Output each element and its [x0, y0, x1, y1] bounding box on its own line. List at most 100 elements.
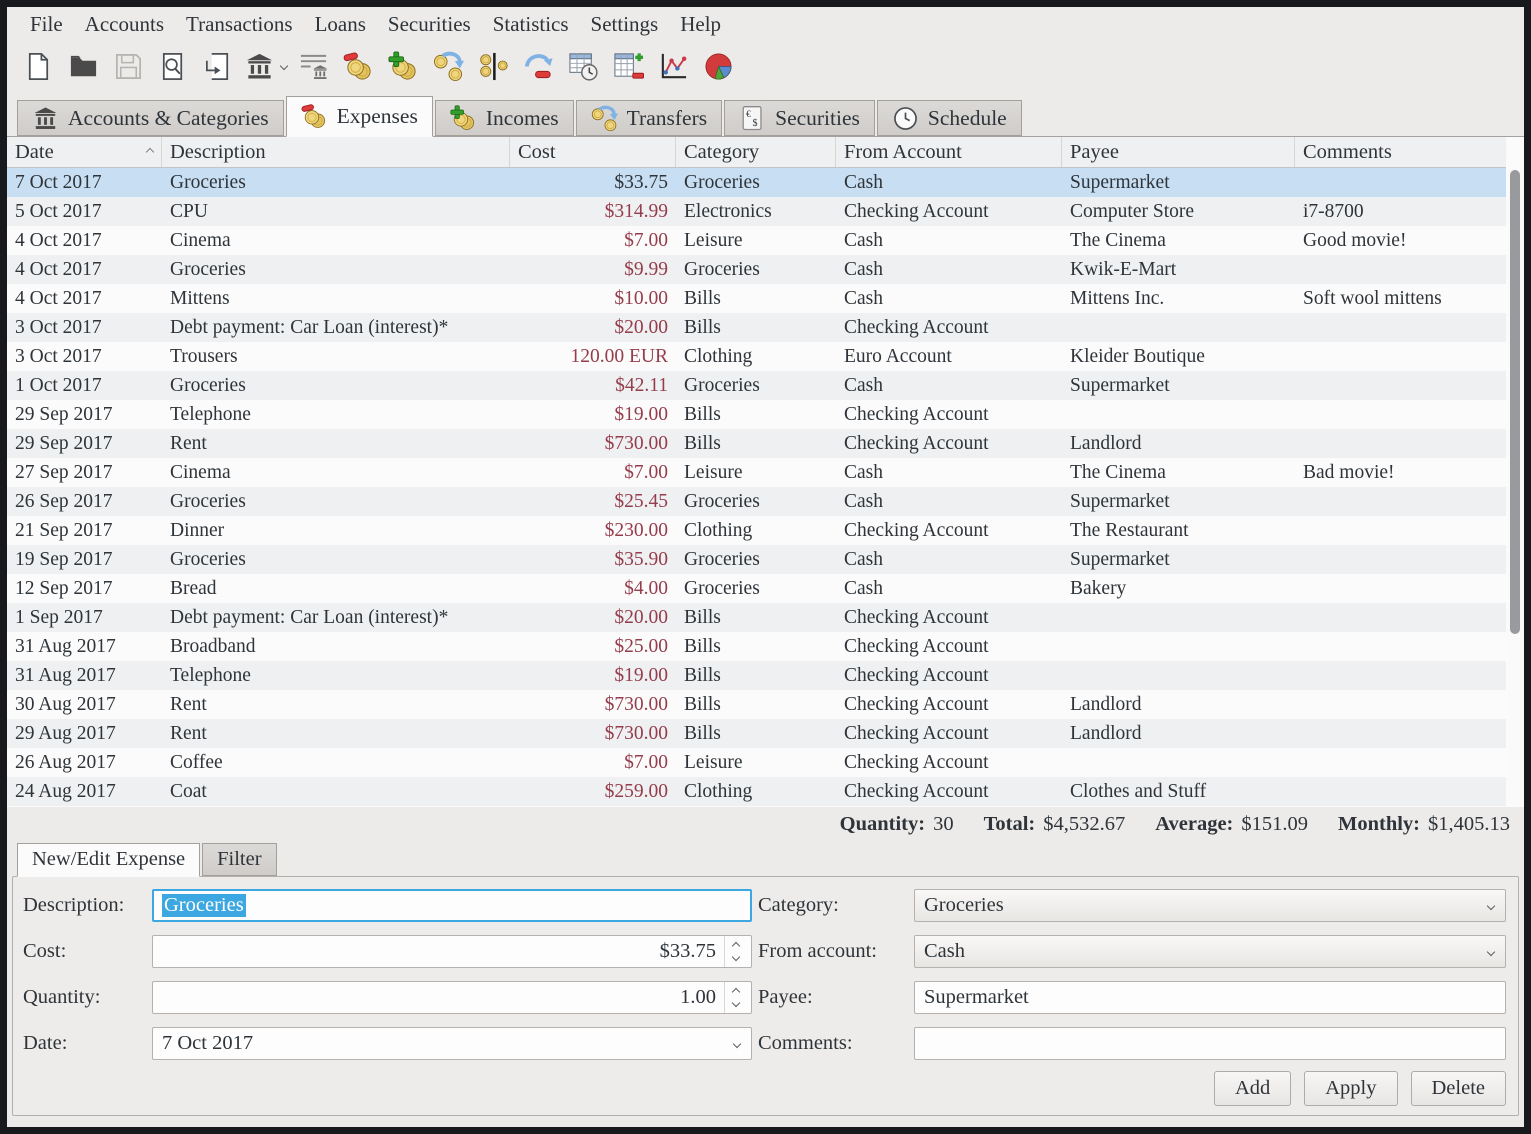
menu-statistics[interactable]: Statistics: [482, 9, 580, 40]
add-button[interactable]: Add: [1214, 1071, 1291, 1106]
cost-spinner[interactable]: [724, 936, 746, 967]
line-chart-button[interactable]: [654, 46, 692, 86]
payee-input[interactable]: Supermarket: [914, 981, 1506, 1014]
apply-button[interactable]: Apply: [1304, 1071, 1397, 1106]
editor-tab-new-edit-expense[interactable]: New/Edit Expense: [17, 843, 200, 877]
description-input[interactable]: Groceries: [152, 889, 752, 922]
table-row[interactable]: 31 Aug 2017Broadband$25.00BillsChecking …: [7, 632, 1506, 661]
accounts-button[interactable]: [244, 46, 287, 86]
svg-text:€: €: [746, 109, 751, 119]
table-row[interactable]: 26 Aug 2017Coffee$7.00LeisureChecking Ac…: [7, 748, 1506, 777]
find-document-button[interactable]: [154, 46, 192, 86]
scrollbar-thumb[interactable]: [1510, 170, 1520, 634]
menu-transactions[interactable]: Transactions: [175, 9, 304, 40]
delete-button[interactable]: Delete: [1411, 1071, 1507, 1106]
table-row[interactable]: 29 Aug 2017Rent$730.00BillsChecking Acco…: [7, 719, 1506, 748]
modify-table-button[interactable]: [609, 46, 647, 86]
schedule-table-button[interactable]: [564, 46, 602, 86]
cell-comments: Bad movie!: [1295, 458, 1506, 487]
table-row[interactable]: 4 Oct 2017Mittens$10.00BillsCashMittens …: [7, 284, 1506, 313]
cell-cost: $730.00: [510, 690, 676, 719]
vertical-scrollbar[interactable]: [1508, 169, 1523, 804]
column-label: Date: [15, 141, 54, 164]
tab-expenses[interactable]: Expenses: [286, 96, 433, 137]
column-header-cost[interactable]: Cost: [510, 137, 676, 167]
date-select[interactable]: 7 Oct 2017: [152, 1027, 752, 1060]
tab-accounts-categories[interactable]: Accounts & Categories: [17, 100, 284, 136]
column-header-date[interactable]: Date: [7, 137, 162, 167]
table-row[interactable]: 1 Oct 2017Groceries$42.11GroceriesCashSu…: [7, 371, 1506, 400]
column-header-category[interactable]: Category: [676, 137, 836, 167]
table-row[interactable]: 4 Oct 2017Groceries$9.99GroceriesCashKwi…: [7, 255, 1506, 284]
open-document-button[interactable]: [64, 46, 102, 86]
toolbar: [7, 41, 1524, 91]
column-header-description[interactable]: Description: [162, 137, 510, 167]
table-row[interactable]: 3 Oct 2017Trousers120.00 EURClothingEuro…: [7, 342, 1506, 371]
cell-category: Leisure: [676, 748, 836, 777]
table-row[interactable]: 27 Sep 2017Cinema$7.00LeisureCashThe Cin…: [7, 458, 1506, 487]
quantity-value: 1.00: [680, 986, 716, 1009]
chevron-down-icon: [1487, 947, 1495, 955]
new-expense-button[interactable]: [339, 46, 377, 86]
scheduled-expense-button[interactable]: [519, 46, 557, 86]
tab-securities[interactable]: €$Securities: [724, 100, 875, 136]
summary-bar: Quantity:30 Total:$4,532.67 Average:$151…: [7, 807, 1524, 841]
table-row[interactable]: 3 Oct 2017Debt payment: Car Loan (intere…: [7, 313, 1506, 342]
table-row[interactable]: 19 Sep 2017Groceries$35.90GroceriesCashS…: [7, 545, 1506, 574]
category-select[interactable]: Groceries: [914, 889, 1506, 922]
cell-comments: [1295, 777, 1506, 806]
menu-securities[interactable]: Securities: [377, 9, 482, 40]
save-icon: [113, 51, 144, 82]
tab-transfers[interactable]: Transfers: [576, 100, 722, 136]
table-row[interactable]: 21 Sep 2017Dinner$230.00ClothingChecking…: [7, 516, 1506, 545]
cell-category: Bills: [676, 632, 836, 661]
table-row[interactable]: 4 Oct 2017Cinema$7.00LeisureCashThe Cine…: [7, 226, 1506, 255]
split-transaction-button[interactable]: [474, 46, 512, 86]
cell-date: 29 Sep 2017: [7, 429, 162, 458]
column-header-comments[interactable]: Comments: [1295, 137, 1506, 167]
table-row[interactable]: 5 Oct 2017CPU$314.99ElectronicsChecking …: [7, 197, 1506, 226]
tab-incomes[interactable]: Incomes: [435, 100, 574, 136]
new-income-button[interactable]: [384, 46, 422, 86]
table-row[interactable]: 31 Aug 2017Telephone$19.00BillsChecking …: [7, 661, 1506, 690]
table-row[interactable]: 7 Oct 2017Groceries$33.75GroceriesCashSu…: [7, 168, 1506, 197]
cell-comments: [1295, 487, 1506, 516]
cell-payee: The Restaurant: [1062, 516, 1295, 545]
new-transfer-button[interactable]: [429, 46, 467, 86]
tab-schedule[interactable]: Schedule: [877, 100, 1022, 136]
table-row[interactable]: 1 Sep 2017Debt payment: Car Loan (intere…: [7, 603, 1506, 632]
new-document-button[interactable]: [19, 46, 57, 86]
table-row[interactable]: 29 Sep 2017Telephone$19.00BillsChecking …: [7, 400, 1506, 429]
menu-settings[interactable]: Settings: [580, 9, 670, 40]
table-row[interactable]: 12 Sep 2017Bread$4.00GroceriesCashBakery: [7, 574, 1506, 603]
account-list-button[interactable]: [294, 46, 332, 86]
cell-payee: [1062, 400, 1295, 429]
new-file-icon: [23, 51, 54, 82]
cell-date: 1 Sep 2017: [7, 603, 162, 632]
from-account-select[interactable]: Cash: [914, 935, 1506, 968]
column-header-payee[interactable]: Payee: [1062, 137, 1295, 167]
cell-from-account: Checking Account: [836, 748, 1062, 777]
menu-file[interactable]: File: [19, 9, 74, 40]
cost-input[interactable]: $33.75: [152, 935, 752, 968]
cell-description: Mittens: [162, 284, 510, 313]
cell-cost: $35.90: [510, 545, 676, 574]
cell-description: Bread: [162, 574, 510, 603]
pie-chart-button[interactable]: [699, 46, 737, 86]
comments-input[interactable]: [914, 1027, 1506, 1060]
editor-tab-bar: New/Edit ExpenseFilter: [7, 843, 1524, 876]
menu-loans[interactable]: Loans: [304, 9, 377, 40]
table-row[interactable]: 29 Sep 2017Rent$730.00BillsChecking Acco…: [7, 429, 1506, 458]
column-header-from-account[interactable]: From Account: [836, 137, 1062, 167]
table-row[interactable]: 26 Sep 2017Groceries$25.45GroceriesCashS…: [7, 487, 1506, 516]
import-document-button[interactable]: [199, 46, 237, 86]
menu-accounts[interactable]: Accounts: [74, 9, 175, 40]
editor-tab-filter[interactable]: Filter: [202, 843, 276, 876]
table-row[interactable]: 30 Aug 2017Rent$730.00BillsChecking Acco…: [7, 690, 1506, 719]
table-row[interactable]: 24 Aug 2017Coat$259.00ClothingChecking A…: [7, 777, 1506, 806]
expense-form: Description: Groceries Category: Groceri…: [13, 877, 1518, 1060]
menu-help[interactable]: Help: [669, 9, 732, 40]
cell-category: Bills: [676, 400, 836, 429]
quantity-input[interactable]: 1.00: [152, 981, 752, 1014]
quantity-spinner[interactable]: [724, 982, 746, 1013]
